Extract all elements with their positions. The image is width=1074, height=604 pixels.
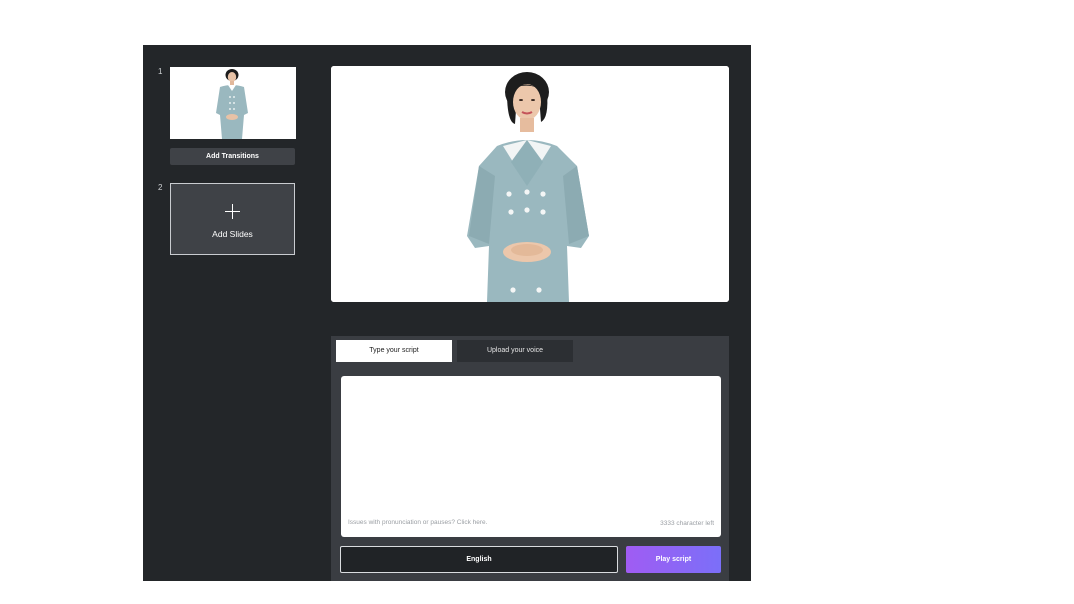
- slide-number-2: 2: [158, 183, 163, 192]
- add-slides-button[interactable]: Add Slides: [170, 183, 295, 255]
- video-preview: [331, 66, 729, 302]
- language-select[interactable]: English: [340, 546, 618, 573]
- script-editor: Issues with pronunciation or pauses? Cli…: [341, 376, 721, 537]
- character-count: 3333 character left: [660, 520, 714, 527]
- add-slides-label: Add Slides: [212, 229, 253, 239]
- pronunciation-help-link[interactable]: Issues with pronunciation or pauses? Cli…: [348, 519, 487, 526]
- plus-icon: [225, 204, 240, 219]
- slide-thumbnail-1[interactable]: [170, 67, 296, 139]
- script-panel: Type your script Upload your voice Issue…: [331, 336, 729, 581]
- tab-upload-your-voice[interactable]: Upload your voice: [457, 340, 573, 362]
- avatar-preview-image: [331, 66, 729, 302]
- avatar-thumbnail-image: [170, 67, 296, 139]
- script-input[interactable]: [341, 376, 721, 506]
- add-transitions-button[interactable]: Add Transitions: [170, 148, 295, 165]
- slide-number-1: 1: [158, 67, 163, 76]
- play-script-button[interactable]: Play script: [626, 546, 721, 573]
- video-editor: 1 Add Transitions 2 Add Slides Type your…: [143, 45, 751, 581]
- tab-type-your-script[interactable]: Type your script: [336, 340, 452, 362]
